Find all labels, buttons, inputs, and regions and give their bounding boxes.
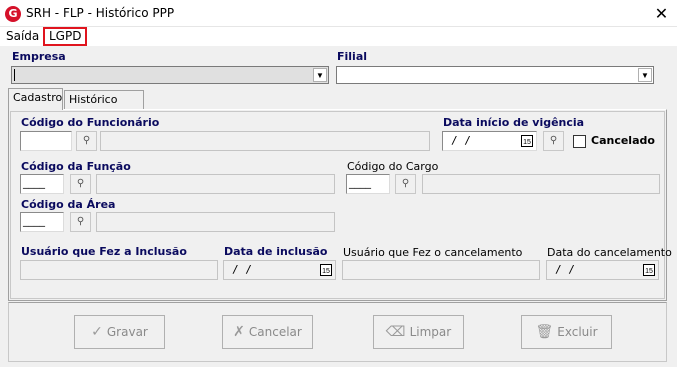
title-bar: G SRH - FLP - Histórico PPP ✕	[0, 0, 677, 27]
codigo-funcionario-input[interactable]	[20, 131, 72, 151]
binoculars-icon[interactable]: ⚲	[76, 131, 97, 151]
trash-icon: 🗑	[535, 324, 554, 340]
codigo-funcao-label: Código da Função	[21, 160, 131, 173]
menu-bar: Saída LGPD	[0, 27, 677, 46]
usuario-inclusao-label: Usuário que Fez a Inclusão	[21, 245, 187, 258]
excluir-label: Excluir	[557, 325, 598, 339]
codigo-area-input[interactable]: ____	[20, 212, 64, 232]
usuario-cancelamento-label: Usuário que Fez o cancelamento	[343, 246, 523, 259]
cancelado-checkbox[interactable]	[573, 135, 586, 148]
cancelado-label: Cancelado	[591, 134, 655, 147]
cross-icon: ✗	[233, 324, 245, 340]
calendar-icon: 15	[320, 264, 332, 276]
filial-label: Filial	[337, 50, 368, 63]
binoculars-icon[interactable]: ⚲	[70, 212, 91, 232]
menu-item-saida[interactable]: Saída	[6, 28, 39, 46]
data-inclusao-value: / /	[232, 263, 252, 276]
limpar-label: Limpar	[409, 325, 452, 339]
tab-label: Cadastro	[13, 91, 63, 104]
usuario-inclusao-field	[20, 260, 218, 280]
window-title: SRH - FLP - Histórico PPP	[26, 6, 175, 20]
codigo-cargo-value: ____	[349, 176, 371, 189]
area-description-field	[96, 212, 335, 232]
codigo-area-label: Código da Área	[21, 198, 116, 211]
data-inclusao-label: Data de inclusão	[224, 245, 328, 258]
usuario-cancelamento-field	[342, 260, 540, 280]
calendar-icon[interactable]: 15	[521, 135, 533, 147]
cancelar-label: Cancelar	[248, 325, 302, 339]
tab-historico-geral[interactable]: Histórico Geral	[64, 90, 144, 123]
app-logo-icon: G	[5, 6, 21, 22]
codigo-area-value: ____	[23, 214, 45, 227]
binoculars-icon[interactable]: ⚲	[543, 131, 564, 151]
excluir-button[interactable]: 🗑 Excluir	[521, 315, 612, 349]
data-cancelamento-value: / /	[555, 263, 575, 276]
funcao-description-field	[96, 174, 335, 194]
chevron-down-icon[interactable]: ▼	[638, 68, 652, 82]
empresa-label: Empresa	[12, 50, 66, 63]
text-caret	[14, 69, 15, 81]
funcionario-name-field	[100, 131, 430, 151]
data-cancelamento-field: / / 15	[546, 260, 659, 280]
filial-select[interactable]: ▼	[336, 66, 654, 84]
cancelar-button[interactable]: ✗ Cancelar	[222, 315, 313, 349]
codigo-cargo-input[interactable]: ____	[346, 174, 390, 194]
data-inicio-input[interactable]: / / 15	[442, 131, 537, 151]
tab-cadastro[interactable]: Cadastro	[8, 88, 63, 110]
data-inicio-value: / /	[451, 134, 471, 147]
cargo-description-field	[422, 174, 660, 194]
menu-item-lgpd[interactable]: LGPD	[43, 27, 88, 46]
gravar-button[interactable]: ✓ Gravar	[74, 315, 165, 349]
eraser-icon: ⌫	[385, 324, 406, 340]
checkmark-icon: ✓	[91, 324, 103, 340]
limpar-button[interactable]: ⌫ Limpar	[373, 315, 464, 349]
binoculars-icon[interactable]: ⚲	[395, 174, 416, 194]
codigo-funcionario-label: Código do Funcionário	[21, 116, 160, 129]
codigo-funcao-value: ____	[23, 176, 45, 189]
data-cancelamento-label: Data do cancelamento	[547, 246, 672, 259]
data-inicio-label: Data início de vigência	[443, 116, 585, 129]
gravar-label: Gravar	[106, 325, 148, 339]
codigo-funcao-input[interactable]: ____	[20, 174, 64, 194]
data-inclusao-field: / / 15	[223, 260, 336, 280]
codigo-cargo-label: Código do Cargo	[347, 160, 439, 173]
calendar-icon: 15	[643, 264, 655, 276]
empresa-select[interactable]: ▼	[11, 66, 329, 84]
binoculars-icon[interactable]: ⚲	[70, 174, 91, 194]
chevron-down-icon[interactable]: ▼	[313, 68, 327, 82]
close-button[interactable]: ✕	[646, 0, 677, 27]
